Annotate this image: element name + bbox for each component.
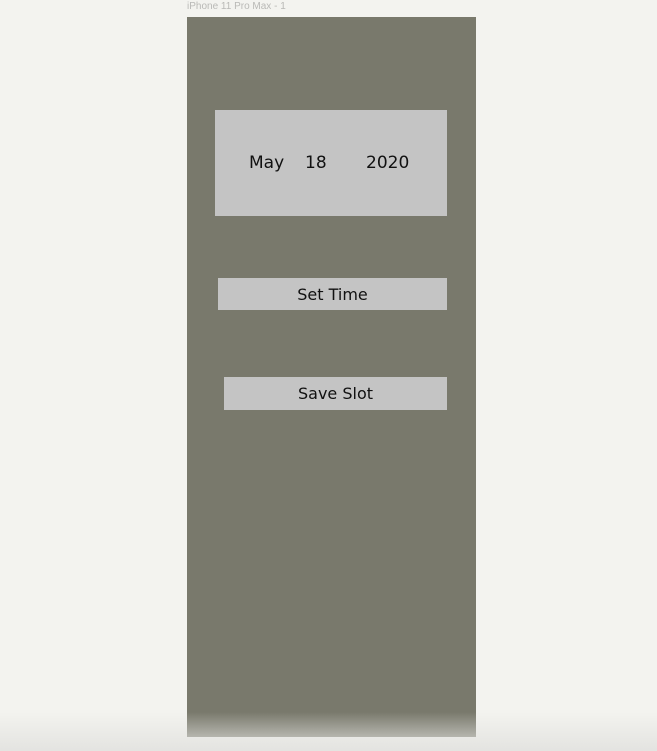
set-time-button[interactable]: Set Time (218, 278, 447, 310)
date-picker[interactable]: May 18 2020 (215, 110, 447, 216)
date-day[interactable]: 18 (305, 153, 327, 173)
save-slot-button[interactable]: Save Slot (224, 377, 447, 410)
artboard-frame-label: iPhone 11 Pro Max - 1 (187, 1, 286, 12)
date-month[interactable]: May (249, 153, 284, 173)
phone-artboard: May 18 2020 Set Time Save Slot (187, 17, 476, 737)
date-year[interactable]: 2020 (366, 153, 409, 173)
